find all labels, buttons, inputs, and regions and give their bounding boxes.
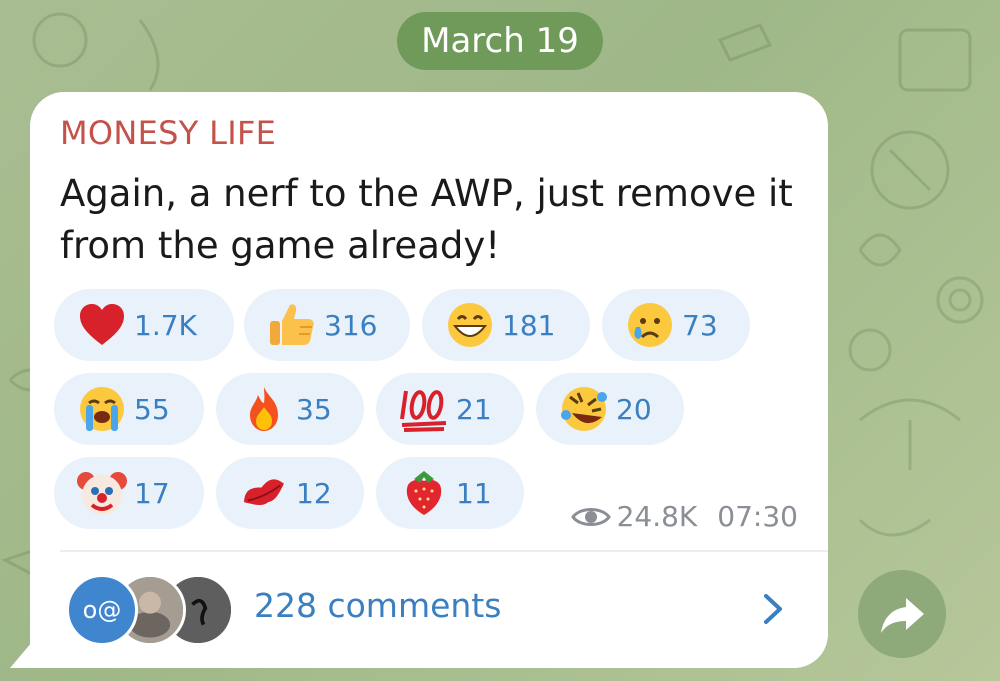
reaction-kiss[interactable]: 12 (216, 457, 364, 529)
grinning-face-icon (444, 299, 496, 351)
reaction-count: 21 (456, 392, 492, 426)
reaction-count: 17 (134, 476, 170, 510)
reaction-count: 35 (296, 392, 332, 426)
post-time: 07:30 (717, 500, 798, 533)
eye-icon (570, 507, 611, 526)
reaction-fire[interactable]: 35 (216, 373, 364, 445)
reaction-clown[interactable]: 17 (54, 457, 204, 529)
thumbs-up-icon (266, 299, 318, 351)
reaction-count: 316 (324, 308, 378, 342)
share-arrow-icon (881, 598, 924, 633)
avatar: o@ (66, 574, 138, 646)
crying-face-icon (624, 299, 676, 351)
reaction-count: 1.7K (134, 308, 197, 342)
reaction-count: 12 (296, 476, 332, 510)
clown-face-icon (76, 467, 128, 519)
reaction-hundred[interactable]: 21 (376, 373, 524, 445)
fire-icon (238, 383, 290, 435)
red-heart-icon (76, 299, 128, 351)
reaction-rolling-laughing[interactable]: 20 (536, 373, 684, 445)
channel-name[interactable]: MONESY LIFE (60, 114, 276, 152)
bubble-tail (10, 642, 32, 668)
reaction-count: 55 (134, 392, 170, 426)
post-meta: 24.8K 07:30 (570, 500, 798, 533)
loudly-crying-face-icon (76, 383, 128, 435)
reaction-count: 181 (502, 308, 556, 342)
rolling-laughing-icon (558, 383, 610, 435)
share-button[interactable] (858, 570, 946, 658)
channel-post[interactable]: MONESY LIFE Again, a nerf to the AWP, ju… (30, 92, 828, 668)
comments-button[interactable]: o@ 228 comments (30, 552, 828, 668)
reaction-grinning[interactable]: 181 (422, 289, 590, 361)
strawberry-icon (398, 467, 450, 519)
reaction-crying[interactable]: 73 (602, 289, 750, 361)
reaction-count: 11 (456, 476, 492, 510)
hundred-points-icon (398, 383, 450, 435)
view-count: 24.8K (616, 500, 698, 533)
post-text: Again, a nerf to the AWP, just remove it… (60, 172, 793, 267)
date-separator: March 19 (397, 12, 603, 70)
reaction-count: 73 (682, 308, 718, 342)
reaction-heart[interactable]: 1.7K (54, 289, 234, 361)
reaction-loudly-crying[interactable]: 55 (54, 373, 204, 445)
commenter-avatars: o@ (66, 574, 236, 646)
kiss-mark-icon (238, 467, 290, 519)
comments-count-label: 228 comments (254, 586, 502, 625)
chevron-right-icon (764, 594, 782, 624)
reaction-count: 20 (616, 392, 652, 426)
reaction-strawberry[interactable]: 11 (376, 457, 524, 529)
reaction-thumbs-up[interactable]: 316 (244, 289, 410, 361)
